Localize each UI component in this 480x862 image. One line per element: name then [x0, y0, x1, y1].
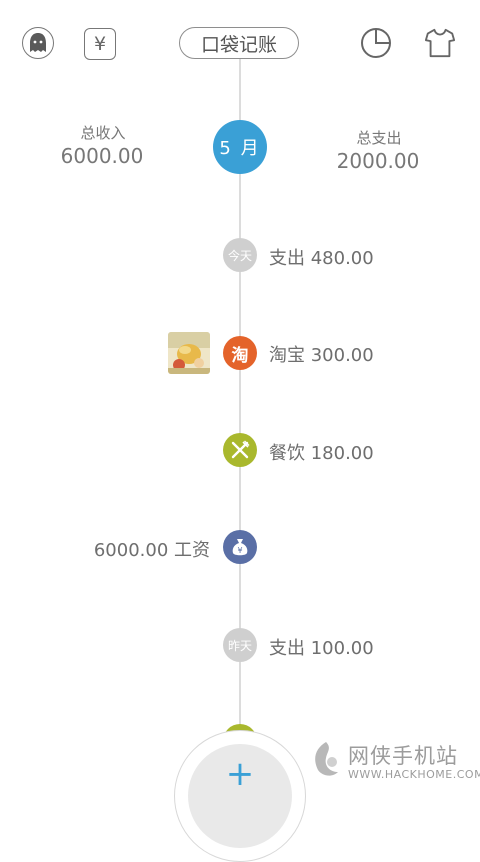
svg-text:¥: ¥: [237, 546, 242, 555]
taobao-category-icon[interactable]: 淘: [223, 336, 257, 370]
add-entry-button[interactable]: +: [188, 744, 292, 848]
add-icon: +: [225, 754, 255, 794]
day-badge-text: 今天: [227, 248, 252, 263]
watermark-url: WWW.HACKHOME.COM: [348, 768, 480, 781]
expense-value: 2000.00: [336, 149, 420, 173]
taobao-entry[interactable]: 淘宝 300.00: [269, 341, 374, 367]
receipt-photo-thumbnail[interactable]: [168, 332, 210, 374]
app-title: 口袋记账: [179, 27, 299, 59]
app-title-text: 口袋记账: [200, 33, 277, 56]
shirt-icon[interactable]: [424, 27, 456, 59]
money-bag-icon[interactable]: ¥: [223, 530, 257, 564]
pie-chart-icon[interactable]: [360, 27, 392, 59]
watermark-title: 网侠手机站: [348, 744, 458, 768]
watermark: 网侠手机站 WWW.HACKHOME.COM: [308, 738, 480, 790]
fork-knife-icon[interactable]: [223, 433, 257, 467]
month-label: 5 月: [219, 138, 261, 159]
watermark-logo-icon: [315, 742, 338, 776]
expense-label: 总支出: [356, 129, 402, 147]
taobao-badge-text: 淘: [231, 345, 249, 366]
day-badge-yesterday: 昨天: [223, 628, 257, 662]
ghost-avatar-icon[interactable]: [22, 27, 54, 59]
day-badge-text: 昨天: [227, 638, 252, 653]
yen-icon[interactable]: ¥: [84, 28, 116, 60]
day-total-today[interactable]: 支出 480.00: [269, 244, 374, 270]
income-label: 总收入: [80, 124, 126, 142]
month-selector[interactable]: 5 月: [213, 120, 267, 174]
dining-entry[interactable]: 餐饮 180.00: [269, 439, 374, 465]
day-badge-today: 今天: [223, 238, 257, 272]
income-value: 6000.00: [60, 144, 144, 168]
day-total-yesterday[interactable]: 支出 100.00: [269, 634, 374, 660]
salary-entry[interactable]: 6000.00 工资: [60, 536, 210, 562]
